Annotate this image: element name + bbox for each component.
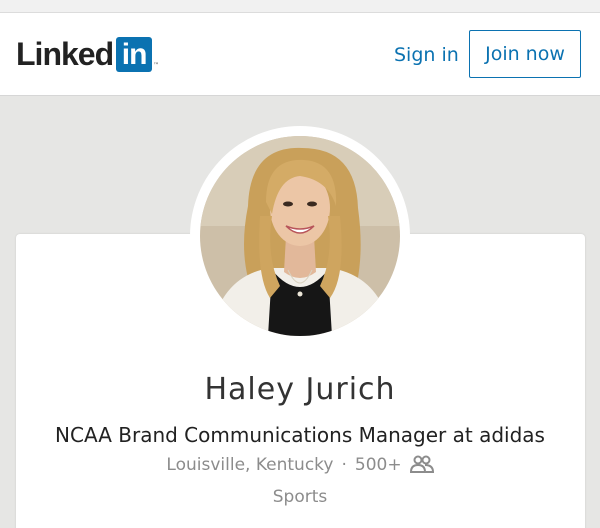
avatar	[200, 136, 400, 336]
profile-industry: Sports	[272, 487, 328, 507]
meta-separator: ·	[341, 455, 347, 475]
logo-wordmark: Linked	[16, 36, 114, 72]
people-icon	[409, 455, 434, 481]
profile-headline: NCAA Brand Communications Manager at adi…	[55, 423, 545, 447]
avatar-photo	[200, 136, 400, 336]
profile-meta: Louisville, Kentucky · 500+	[0, 452, 600, 481]
profile-name: Haley Jurich	[204, 372, 396, 407]
connections-count: 500+	[354, 455, 402, 475]
site-header: Linked in ™ Sign in Join now	[0, 13, 600, 96]
profile-page: Linked in ™ Sign in Join now Haley Juric…	[0, 0, 600, 528]
logo-in-box: in	[116, 36, 153, 72]
sign-in-link[interactable]: Sign in	[394, 42, 459, 68]
profile-location: Louisville, Kentucky	[166, 455, 334, 475]
linkedin-logo[interactable]: Linked in ™	[16, 35, 159, 73]
browser-top-strip	[0, 0, 600, 13]
logo-trademark: ™	[153, 62, 160, 69]
join-now-button[interactable]: Join now	[469, 30, 581, 78]
